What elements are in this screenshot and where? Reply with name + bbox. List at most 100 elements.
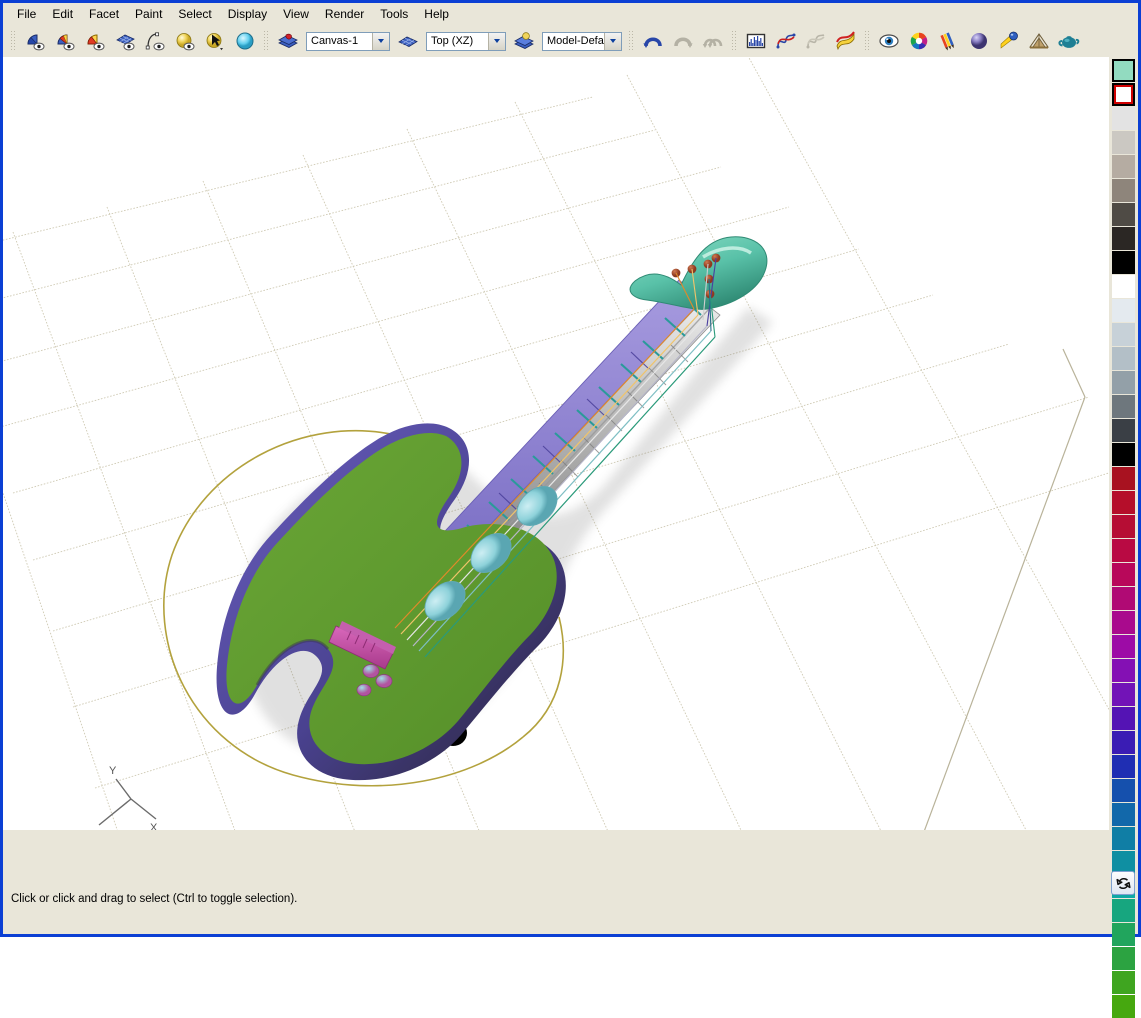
bottom-panel: Click or click and drag to select (Ctrl …	[3, 830, 1109, 934]
swatch-white-outlined-inner	[1114, 85, 1133, 104]
swatch-red-1[interactable]	[1112, 491, 1135, 514]
menu-render[interactable]: Render	[317, 4, 372, 24]
show-hide-grid-icon[interactable]	[111, 27, 139, 55]
swatch-bluegrey-0[interactable]	[1112, 299, 1135, 322]
status-bar-message: Click or click and drag to select (Ctrl …	[11, 893, 298, 905]
show-hide-lights-icon[interactable]	[201, 27, 229, 55]
swatch-bluegrey-1[interactable]	[1112, 323, 1135, 346]
swatch-blue-2[interactable]	[1112, 803, 1135, 826]
environment-icon[interactable]	[1025, 27, 1053, 55]
eye-icon[interactable]	[875, 27, 903, 55]
swatch-red-0[interactable]	[1112, 467, 1135, 490]
swatch-blue-1[interactable]	[1112, 779, 1135, 802]
viewport-canvas[interactable]: Y X Z	[3, 57, 1109, 830]
swatch-white-outlined[interactable]	[1112, 83, 1135, 106]
show-hide-points-icon[interactable]	[81, 27, 109, 55]
swatch-red-3[interactable]	[1112, 539, 1135, 562]
show-hide-faces-icon[interactable]	[51, 27, 79, 55]
toolbar-grip-2[interactable]	[263, 30, 270, 52]
menu-paint[interactable]: Paint	[127, 4, 170, 24]
curve-hide-icon[interactable]	[802, 27, 830, 55]
models-icon[interactable]	[510, 27, 538, 55]
swatch-white-1[interactable]	[1112, 275, 1135, 298]
swatch-grey-4[interactable]	[1112, 203, 1135, 226]
swatch-magenta-0[interactable]	[1112, 611, 1135, 634]
refresh-palette-button[interactable]	[1111, 871, 1135, 895]
chevron-down-icon[interactable]	[372, 32, 389, 50]
light-icon[interactable]	[995, 27, 1023, 55]
swatch-violet-0[interactable]	[1112, 707, 1135, 730]
swatch-mint[interactable]	[1112, 59, 1135, 82]
menu-edit[interactable]: Edit	[44, 4, 81, 24]
swatch-black-0[interactable]	[1112, 251, 1135, 274]
curve-edit-icon[interactable]	[772, 27, 800, 55]
swatch-pink-1[interactable]	[1112, 587, 1135, 610]
toolbar-grip[interactable]	[10, 30, 17, 52]
swatch-grey-2[interactable]	[1112, 155, 1135, 178]
color-palette	[1109, 57, 1138, 1018]
model-select[interactable]: Model-Defa	[542, 31, 622, 51]
main-toolbar: Canvas-1 Top (XZ) Model-Defa	[3, 25, 1138, 58]
swatch-green-3[interactable]	[1112, 995, 1135, 1018]
toolbar-grip-4[interactable]	[731, 30, 738, 52]
swatch-violet-1[interactable]	[1112, 731, 1135, 754]
swatch-bluegrey-5[interactable]	[1112, 419, 1135, 442]
menu-help[interactable]: Help	[416, 4, 457, 24]
swatch-red-2[interactable]	[1112, 515, 1135, 538]
swatch-green-1[interactable]	[1112, 947, 1135, 970]
canvas-select-value: Canvas-1	[311, 34, 359, 47]
show-hide-curves-icon[interactable]	[141, 27, 169, 55]
menu-file[interactable]: File	[9, 4, 44, 24]
paint-stroke-icon[interactable]	[832, 27, 860, 55]
undo-icon[interactable]	[639, 27, 667, 55]
swatch-grey-5[interactable]	[1112, 227, 1135, 250]
application-window: File Edit Facet Paint Select Display Vie…	[0, 0, 1141, 1018]
refresh-palette-wrap	[1111, 871, 1135, 895]
axis-label-x: X	[150, 822, 158, 830]
swatch-teal-0[interactable]	[1112, 899, 1135, 922]
swatch-green-2[interactable]	[1112, 971, 1135, 994]
pencils-icon[interactable]	[935, 27, 963, 55]
axis-triad: Y X Z	[98, 765, 158, 830]
menu-display[interactable]: Display	[220, 4, 275, 24]
color-wheel-icon[interactable]	[905, 27, 933, 55]
swatch-purple-0[interactable]	[1112, 659, 1135, 682]
model-select-value: Model-Defa	[547, 34, 604, 47]
view-grid-icon[interactable]	[394, 27, 422, 55]
chevron-down-icon[interactable]	[488, 32, 505, 50]
menu-tools[interactable]: Tools	[372, 4, 416, 24]
layers-icon[interactable]	[274, 27, 302, 55]
teapot-icon[interactable]	[1055, 27, 1083, 55]
guitar-headstock	[629, 236, 768, 310]
chevron-down-icon[interactable]	[604, 32, 621, 50]
show-hide-background-icon[interactable]	[231, 27, 259, 55]
view-select-value: Top (XZ)	[431, 34, 474, 47]
canvas-select[interactable]: Canvas-1	[306, 31, 390, 51]
histogram-icon[interactable]	[742, 27, 770, 55]
menu-view[interactable]: View	[275, 4, 317, 24]
show-hide-objects-icon[interactable]	[171, 27, 199, 55]
swatch-grey-1[interactable]	[1112, 131, 1135, 154]
swatch-blue-3[interactable]	[1112, 827, 1135, 850]
redo-icon[interactable]	[669, 27, 697, 55]
menu-select[interactable]: Select	[170, 4, 219, 24]
show-hide-facets-icon[interactable]	[21, 27, 49, 55]
swatch-bluegrey-2[interactable]	[1112, 347, 1135, 370]
refresh-icon	[1115, 877, 1131, 889]
menu-facet[interactable]: Facet	[81, 4, 127, 24]
swatch-pink-0[interactable]	[1112, 563, 1135, 586]
swatch-black-1[interactable]	[1112, 443, 1135, 466]
toolbar-grip-3[interactable]	[628, 30, 635, 52]
swatch-grey-3[interactable]	[1112, 179, 1135, 202]
sphere-material-icon[interactable]	[965, 27, 993, 55]
swatch-bluegrey-4[interactable]	[1112, 395, 1135, 418]
view-select[interactable]: Top (XZ)	[426, 31, 506, 51]
toolbar-grip-5[interactable]	[864, 30, 871, 52]
redo-all-icon[interactable]	[699, 27, 727, 55]
swatch-magenta-1[interactable]	[1112, 635, 1135, 658]
swatch-bluegrey-3[interactable]	[1112, 371, 1135, 394]
swatch-grey-0[interactable]	[1112, 107, 1135, 130]
swatch-blue-0[interactable]	[1112, 755, 1135, 778]
swatch-purple-1[interactable]	[1112, 683, 1135, 706]
swatch-green-0[interactable]	[1112, 923, 1135, 946]
